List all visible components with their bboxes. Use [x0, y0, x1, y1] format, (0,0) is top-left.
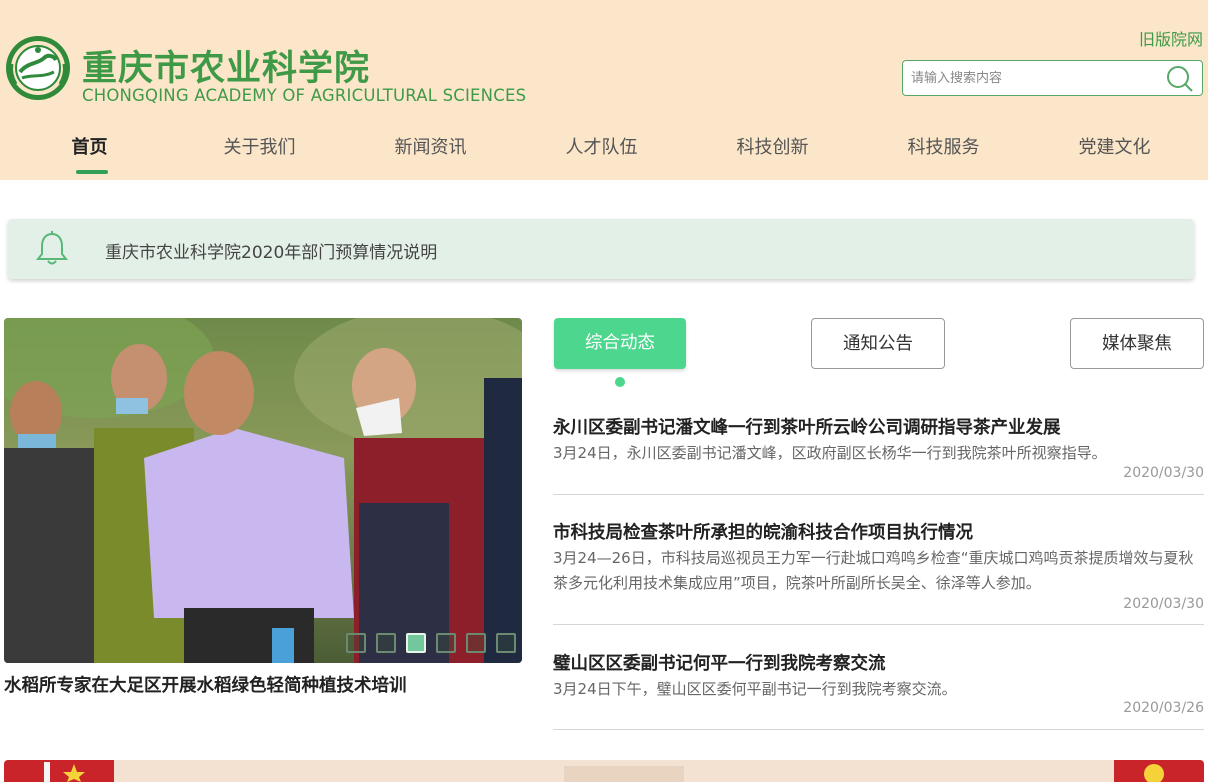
nav-item-home[interactable]: 首页	[4, 120, 175, 180]
academy-emblem-icon[interactable]	[4, 34, 72, 102]
nav-item-party-culture[interactable]: 党建文化	[1029, 120, 1200, 180]
slide-dot[interactable]	[436, 633, 456, 653]
site-header: 重庆市农业科学院 CHONGQING ACADEMY OF AGRICULTUR…	[0, 0, 1208, 180]
slide-dot[interactable]	[496, 633, 516, 653]
tab-media-focus[interactable]: 媒体聚焦	[1070, 318, 1204, 369]
logo-title-cn[interactable]: 重庆市农业科学院	[82, 40, 370, 91]
slide-dot[interactable]	[376, 633, 396, 653]
nav-item-talent[interactable]: 人才队伍	[516, 120, 687, 180]
slideshow-photo[interactable]	[4, 318, 522, 663]
news-date: 2020/03/26	[1123, 700, 1204, 716]
tab-general-news[interactable]: 综合动态	[554, 318, 686, 369]
nav-item-services[interactable]: 科技服务	[858, 120, 1029, 180]
old-site-link[interactable]: 旧版院网	[1139, 26, 1203, 50]
news-slideshow[interactable]	[4, 318, 522, 663]
banner-image	[4, 760, 1204, 782]
bell-icon	[35, 231, 69, 265]
news-item[interactable]: 市科技局检查茶叶所承担的皖渝科技合作项目执行情况 3月24—26日，市科技局巡视…	[553, 519, 1204, 625]
notice-link[interactable]: 重庆市农业科学院2020年部门预算情况说明	[105, 238, 437, 263]
nav-item-innovation[interactable]: 科技创新	[687, 120, 858, 180]
slide-dot[interactable]	[346, 633, 366, 653]
slide-dot-active[interactable]	[406, 633, 426, 653]
news-summary: 3月24日下午，璧山区区委何平副书记一行到我院考察交流。	[553, 680, 957, 698]
tab-announcements[interactable]: 通知公告	[811, 318, 945, 369]
news-title[interactable]: 永川区委副书记潘文峰一行到茶叶所云岭公司调研指导茶产业发展	[553, 414, 1061, 439]
news-title[interactable]: 璧山区区委副书记何平一行到我院考察交流	[553, 650, 886, 675]
news-item[interactable]: 永川区委副书记潘文峰一行到茶叶所云岭公司调研指导茶产业发展 3月24日，永川区委…	[553, 414, 1204, 495]
search-box	[902, 60, 1203, 96]
notice-bar[interactable]: 重庆市农业科学院2020年部门预算情况说明	[8, 219, 1194, 279]
logo-title-en[interactable]: CHONGQING ACADEMY OF AGRICULTURAL SCIENC…	[82, 86, 526, 105]
nav-item-news[interactable]: 新闻资讯	[345, 120, 516, 180]
news-summary: 3月24—26日，市科技局巡视员王力军一行赴城口鸡鸣乡检查“重庆城口鸡鸣贡茶提质…	[553, 549, 1194, 592]
search-input[interactable]	[911, 68, 1161, 88]
search-icon[interactable]	[1166, 65, 1194, 93]
slide-dot[interactable]	[466, 633, 486, 653]
slideshow-caption[interactable]: 水稻所专家在大足区开展水稻绿色轻简种植技术培训	[4, 672, 407, 697]
news-item[interactable]: 璧山区区委副书记何平一行到我院考察交流 3月24日下午，璧山区区委何平副书记一行…	[553, 650, 1204, 730]
news-date: 2020/03/30	[1123, 465, 1204, 481]
slide-indicators	[346, 633, 516, 653]
news-date: 2020/03/30	[1123, 596, 1204, 612]
nav-item-about[interactable]: 关于我们	[174, 120, 345, 180]
party-banner[interactable]	[4, 760, 1204, 782]
news-summary: 3月24日，永川区委副书记潘文峰，区政府副区长杨华一行到我院茶叶所视察指导。	[553, 444, 1107, 462]
news-title[interactable]: 市科技局检查茶叶所承担的皖渝科技合作项目执行情况	[553, 519, 973, 544]
main-nav: 首页 关于我们 新闻资讯 人才队伍 科技创新 科技服务 党建文化	[0, 120, 1208, 180]
active-tab-indicator	[615, 377, 625, 387]
